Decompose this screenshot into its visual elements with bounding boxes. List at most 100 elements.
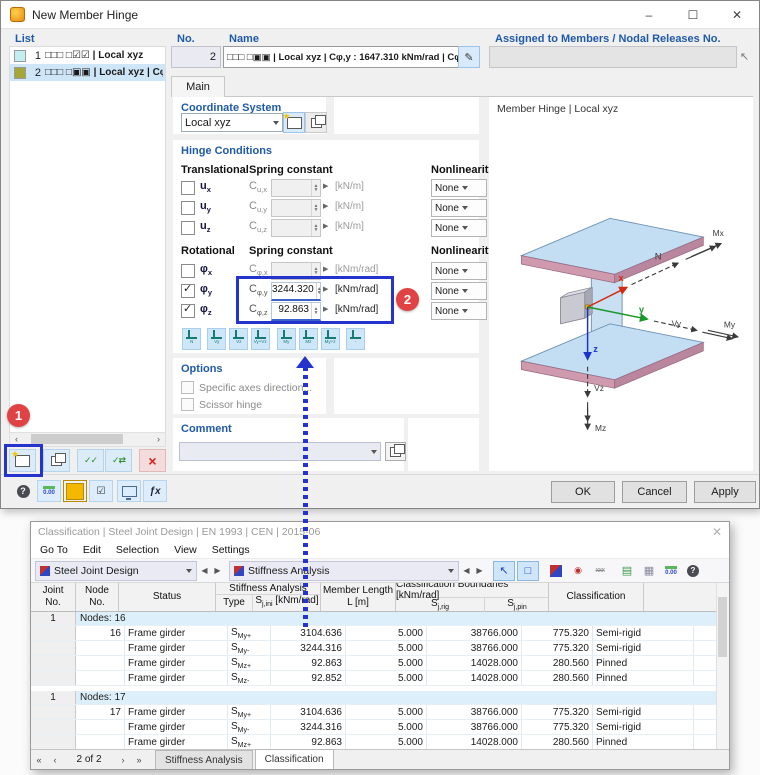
coordinate-system-combo[interactable]: Local xyz [181, 113, 283, 132]
menu-item[interactable]: Selection [116, 544, 159, 556]
quick-release-button[interactable]: N [182, 328, 201, 350]
expand-icon[interactable]: ▶ [323, 222, 328, 230]
pick-select-button[interactable]: ↖ [493, 560, 515, 581]
edit-coordinate-system-button[interactable] [305, 112, 327, 133]
dialog-titlebar[interactable]: New Member Hinge – ☐ ✕ [1, 1, 759, 29]
toggle-selection-button[interactable]: ✓⇄ [105, 449, 132, 472]
table-row[interactable]: 16 Frame girder SMy+ 3104.636 5.000 3876… [31, 626, 729, 641]
menu-item[interactable]: Edit [83, 544, 101, 556]
spinner-arrows-icon[interactable]: ▲ ▼ [311, 200, 320, 216]
quick-release-button[interactable]: Vy [207, 328, 226, 350]
apply-button[interactable]: Apply [694, 481, 756, 503]
nonlinearity-combo[interactable]: None [431, 199, 487, 217]
menu-item[interactable]: View [174, 544, 197, 556]
table-group-row[interactable]: 1 Nodes: 17 [31, 691, 729, 705]
dof-checkbox[interactable] [181, 201, 195, 215]
pick-members-button[interactable]: ↖ [736, 46, 753, 66]
expand-icon[interactable]: ▶ [323, 265, 328, 273]
spinner-arrows-icon[interactable]: ▲ ▼ [311, 180, 320, 196]
spring-constant-input[interactable]: ▲ ▼ [271, 199, 321, 217]
next-case-icon[interactable]: ▶ [212, 566, 223, 575]
close-button[interactable]: ✕ [715, 1, 759, 28]
prev-case-icon[interactable]: ◀ [199, 566, 210, 575]
scrollbar-thumb[interactable] [31, 434, 123, 444]
comment-combo[interactable] [179, 442, 381, 461]
option-row[interactable]: Scissor hinge [181, 396, 334, 413]
dof-checkbox[interactable] [181, 302, 195, 318]
dof-checkbox[interactable] [181, 181, 195, 195]
quick-release-button[interactable]: Vy+Vz [251, 328, 270, 350]
edit-name-button[interactable]: ✎ [458, 46, 480, 68]
table-vertical-scrollbar[interactable] [716, 583, 729, 749]
quick-release-button[interactable]: Vz [229, 328, 248, 350]
expand-icon[interactable]: ▶ [323, 182, 328, 190]
decimal-places-button[interactable]: 0.00 [661, 562, 681, 580]
nonlinearity-combo[interactable]: None [431, 219, 487, 237]
copy-hinge-button[interactable] [43, 449, 70, 472]
panel-close-icon[interactable]: ✕ [712, 525, 722, 539]
panel-titlebar[interactable]: Classification | Steel Joint Design | EN… [31, 522, 729, 542]
next-page-icon[interactable]: › [115, 755, 131, 765]
prev-analysis-icon[interactable]: ◀ [461, 566, 472, 575]
option-row[interactable]: Specific axes direction... [181, 379, 334, 396]
spring-constant-input[interactable]: ▲ ▼ [271, 179, 321, 197]
report-button[interactable]: ▦ [639, 562, 659, 580]
quick-release-button[interactable]: My [277, 328, 296, 350]
formula-button[interactable]: ƒx [143, 480, 167, 502]
panel-tab[interactable]: Classification [254, 749, 334, 769]
window-select-button[interactable]: □ [517, 560, 539, 581]
menu-item[interactable]: Settings [212, 544, 250, 556]
dof-checkbox[interactable] [181, 264, 195, 278]
design-case-combo[interactable]: Steel Joint Design [35, 560, 197, 581]
table-row[interactable]: Frame girder SMy- 3244.316 5.000 38766.0… [31, 720, 729, 735]
spring-constant-input[interactable]: ▲ ▼ [271, 219, 321, 237]
new-coordinate-system-button[interactable] [283, 111, 305, 133]
table-row[interactable]: Frame girder SMz+ 92.863 5.000 14028.000… [31, 656, 729, 671]
menu-item[interactable]: Go To [40, 544, 68, 556]
list-item[interactable]: 2 □□□ □▣▣ | Local xyz | Cφ,y : 1 [10, 64, 165, 81]
tab-main[interactable]: Main [171, 76, 225, 97]
dof-checkbox[interactable] [181, 221, 195, 235]
dof-checkbox[interactable] [181, 282, 195, 298]
display-settings-button[interactable]: ☑ [89, 480, 113, 502]
option-checkbox[interactable] [181, 381, 194, 394]
quick-release-button[interactable]: - [346, 328, 365, 350]
option-checkbox[interactable] [181, 398, 194, 411]
table-group-row[interactable]: 1 Nodes: 16 [31, 612, 729, 626]
table-row[interactable]: Frame girder SMz- 92.852 5.000 14028.000… [31, 671, 729, 686]
select-all-button[interactable]: ✓✓ [77, 449, 104, 472]
decimal-places-button[interactable]: 0.00 [37, 480, 61, 502]
assigned-field[interactable] [489, 46, 737, 68]
spinner-arrows-icon[interactable]: ▲ ▼ [311, 220, 320, 236]
nonlinearity-combo[interactable]: None [431, 262, 487, 280]
quick-release-button[interactable]: My+z [321, 328, 340, 350]
scroll-right-icon[interactable]: › [152, 434, 165, 445]
hinge-list[interactable]: 1 □□□ □☑☑ | Local xyz 2 □□□ □▣▣ | Local … [9, 46, 166, 433]
list-item[interactable]: 1 □□□ □☑☑ | Local xyz [10, 47, 165, 64]
dimensions-button[interactable]: xxx [590, 562, 610, 580]
first-page-icon[interactable]: « [31, 755, 47, 765]
prev-page-icon[interactable]: ‹ [47, 755, 63, 765]
maximize-button[interactable]: ☐ [671, 1, 715, 28]
probe-result-button[interactable]: ◉ [568, 562, 588, 580]
delete-hinge-button[interactable]: × [139, 449, 166, 472]
panel-help-button[interactable]: ? [683, 562, 703, 580]
minimize-button[interactable]: – [627, 1, 671, 28]
table-row[interactable]: Frame girder SMz+ 92.863 5.000 14028.000… [31, 735, 729, 749]
next-analysis-icon[interactable]: ▶ [474, 566, 485, 575]
view-options-button[interactable] [117, 480, 141, 502]
table-row[interactable]: Frame girder SMy- 3244.316 5.000 38766.0… [31, 641, 729, 656]
name-field[interactable]: □□□ □▣▣ | Local xyz | Cφ,y : 1647.310 kN… [223, 46, 463, 68]
ok-button[interactable]: OK [551, 481, 615, 503]
joint-view-button[interactable] [546, 562, 566, 580]
scrollbar-thumb[interactable] [718, 597, 727, 657]
nonlinearity-combo[interactable]: None [431, 282, 487, 300]
panel-tab[interactable]: Stiffness Analysis [155, 750, 253, 769]
nonlinearity-combo[interactable]: None [431, 302, 487, 320]
comment-copy-button[interactable] [385, 442, 406, 461]
print-report-button[interactable]: ▤ [617, 562, 637, 580]
help-button[interactable]: ? [11, 480, 35, 502]
quick-release-button[interactable]: Mz [299, 328, 318, 350]
analysis-type-combo[interactable]: Stiffness Analysis [229, 560, 459, 581]
color-button[interactable] [63, 480, 87, 502]
